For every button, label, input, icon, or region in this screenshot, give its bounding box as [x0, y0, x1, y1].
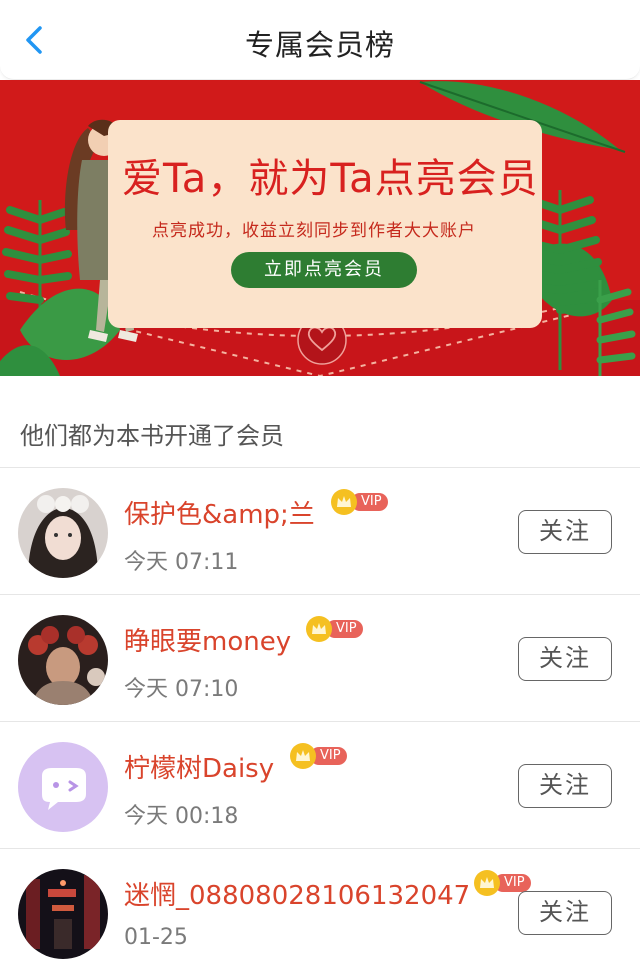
member-row[interactable]: 睁眼要money VIP 今天 07:10 关注	[0, 595, 640, 722]
member-name[interactable]: 睁眼要money	[124, 621, 291, 658]
member-row[interactable]: 保护色&amp;兰 VIP 今天 07:11 关注	[0, 468, 640, 595]
member-name[interactable]: 迷惘_08808028106132047	[124, 875, 470, 912]
member-time: 01-25	[124, 925, 188, 950]
section-label: 他们都为本书开通了会员	[20, 422, 284, 450]
crown-icon	[306, 616, 332, 642]
banner-headline: 爱Ta，就为Ta点亮会员	[122, 156, 539, 202]
follow-button[interactable]: 关注	[518, 637, 612, 681]
avatar[interactable]	[18, 869, 108, 959]
default-avatar-icon	[18, 742, 108, 832]
member-row[interactable]: 迷惘_08808028106132047 VIP 01-25 关注	[0, 849, 640, 976]
vip-badge: VIP	[306, 616, 363, 642]
member-time: 今天 07:11	[124, 550, 239, 575]
top-nav-bar: 专属会员榜	[0, 0, 640, 80]
crown-icon	[474, 870, 500, 896]
avatar-image	[18, 615, 108, 705]
banner-subtitle: 点亮成功，收益立刻同步到作者大大账户	[152, 221, 476, 241]
member-name[interactable]: 保护色&amp;兰	[124, 494, 315, 531]
avatar-image	[18, 869, 108, 959]
follow-button[interactable]: 关注	[518, 891, 612, 935]
avatar[interactable]	[18, 615, 108, 705]
vip-badge: VIP	[331, 489, 388, 515]
promo-banner[interactable]: 爱Ta，就为Ta点亮会员 点亮成功，收益立刻同步到作者大大账户 立即点亮会员	[0, 80, 640, 376]
follow-button[interactable]: 关注	[518, 510, 612, 554]
light-up-membership-button[interactable]: 立即点亮会员	[231, 252, 417, 288]
member-time: 今天 07:10	[124, 677, 239, 702]
avatar[interactable]	[18, 742, 108, 832]
avatar[interactable]	[18, 488, 108, 578]
crown-icon	[290, 743, 316, 769]
crown-icon	[331, 489, 357, 515]
avatar-image	[18, 488, 108, 578]
follow-button[interactable]: 关注	[518, 764, 612, 808]
member-name[interactable]: 柠檬树Daisy	[124, 748, 274, 785]
page-title: 专属会员榜	[244, 28, 395, 62]
member-row[interactable]: 柠檬树Daisy VIP 今天 00:18 关注	[0, 722, 640, 849]
member-list: 保护色&amp;兰 VIP 今天 07:11 关注 睁眼要money VIP 今…	[0, 468, 640, 976]
vip-badge: VIP	[290, 743, 347, 769]
member-time: 今天 00:18	[124, 804, 239, 829]
